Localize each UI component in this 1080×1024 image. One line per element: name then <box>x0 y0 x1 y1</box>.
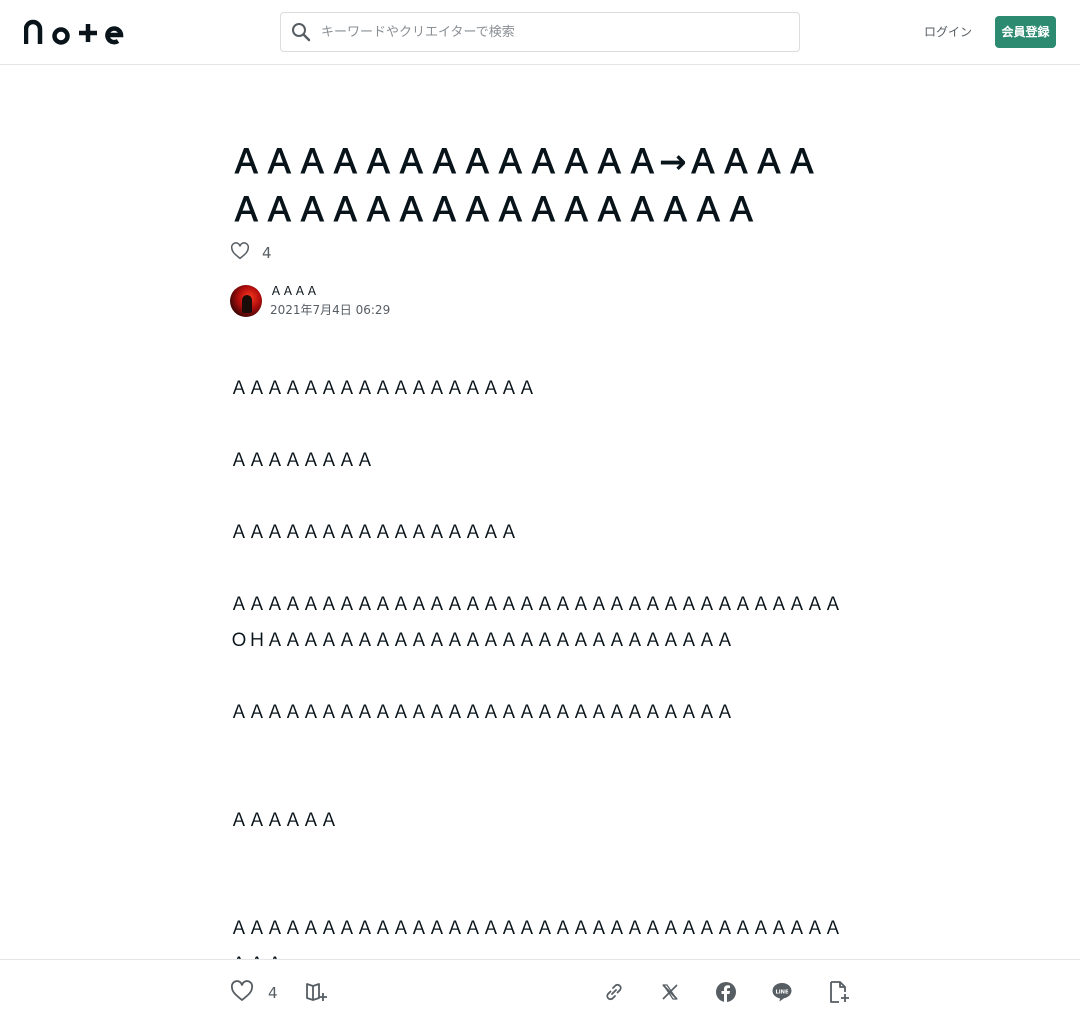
magazine-add-icon[interactable] <box>305 980 329 1004</box>
global-header: ログイン 会員登録 <box>0 0 1080 65</box>
like-count: 4 <box>268 984 278 1002</box>
body-paragraph: ＡＡＡＡＡＡＡＡＡＡＡＡＡＡＡＡＡＡＡＡＡＡＡＡＡＡＡＡＡＡＡＡＡＡＯＨＡＡＡＡ… <box>230 594 842 651</box>
heart-icon <box>230 980 254 1006</box>
search-input[interactable] <box>321 14 781 50</box>
x-icon[interactable] <box>658 980 682 1004</box>
avatar[interactable] <box>230 285 262 317</box>
login-link[interactable]: ログイン <box>924 22 972 42</box>
body-paragraph: ＡＡＡＡＡＡ <box>230 810 338 831</box>
line-icon[interactable]: LINE <box>770 980 794 1004</box>
svg-text:LINE: LINE <box>775 989 789 995</box>
link-icon[interactable] <box>602 980 626 1004</box>
author-info[interactable]: ＡＡＡＡ 2021年7月4日 06:29 <box>230 283 390 319</box>
bottom-action-bar: 4 LINE <box>0 959 1080 1024</box>
search-icon <box>291 22 311 42</box>
body-paragraph: ＡＡＡＡＡＡＡＡＡＡＡＡＡＡＡＡ <box>230 522 518 543</box>
body-paragraph: ＡＡＡＡＡＡＡＡ <box>230 450 374 471</box>
heart-icon <box>230 242 250 264</box>
note-add-icon[interactable] <box>827 980 851 1004</box>
search-box[interactable] <box>280 12 800 52</box>
author-name[interactable]: ＡＡＡＡ <box>270 283 390 299</box>
like-count: 4 <box>262 244 272 262</box>
article-title: ＡＡＡＡＡＡＡＡＡＡＡＡＡ→ＡＡＡＡＡＡＡＡＡＡＡＡＡＡＡＡＡＡＡＡ <box>230 142 819 229</box>
signup-button[interactable]: 会員登録 <box>995 16 1056 48</box>
body-paragraph: ＡＡＡＡＡＡＡＡＡＡＡＡＡＡＡＡＡ <box>230 378 536 399</box>
like-button[interactable]: 4 <box>230 980 278 1006</box>
article-like-summary[interactable]: 4 <box>230 242 272 264</box>
facebook-icon[interactable] <box>714 980 738 1004</box>
body-paragraph: ＡＡＡＡＡＡＡＡＡＡＡＡＡＡＡＡＡＡＡＡＡＡＡＡＡＡＡＡ <box>230 702 734 723</box>
post-date: 2021年7月4日 06:29 <box>270 303 391 317</box>
note-logo[interactable] <box>23 18 124 46</box>
